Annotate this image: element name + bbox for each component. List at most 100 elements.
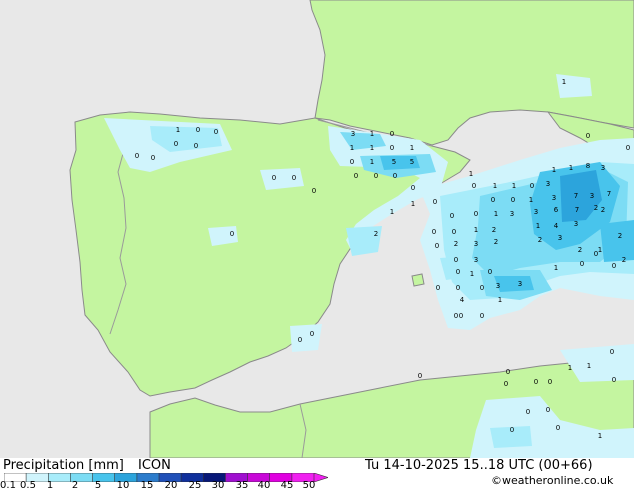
precip-value-label: 3 bbox=[590, 192, 594, 200]
precip-value-label: 0 bbox=[454, 312, 458, 320]
precip-value-label: 0 bbox=[511, 196, 515, 204]
precip-value-label: 3 bbox=[534, 208, 538, 216]
precip-value-label: 6 bbox=[554, 206, 559, 214]
precip-value-label: 1 bbox=[536, 222, 540, 230]
precip-value-label: 3 bbox=[546, 180, 550, 188]
precip-value-label: 2 bbox=[494, 238, 498, 246]
precip-value-label: 3 bbox=[496, 282, 500, 290]
precip-value-label: 0 bbox=[612, 376, 616, 384]
precip-value-label: 0 bbox=[626, 144, 630, 152]
precip-value-label: 2 bbox=[374, 230, 378, 238]
precip-value-label: 0 bbox=[390, 130, 394, 138]
precip-value-label: 3 bbox=[474, 240, 478, 248]
precip-value-label: 1 bbox=[598, 246, 602, 254]
precip-value-label: 0 bbox=[135, 152, 139, 160]
precip-value-label: 0 bbox=[312, 187, 316, 195]
precip-value-label: 0 bbox=[374, 172, 378, 180]
precip-value-label: 1 bbox=[587, 362, 591, 370]
precip-value-label: 1 bbox=[370, 158, 374, 166]
legend-title: Precipitation [mm] bbox=[3, 458, 124, 473]
precip-value-label: 1 bbox=[598, 432, 602, 440]
precip-value-label: 0 bbox=[459, 312, 463, 320]
precip-value-label: 2 bbox=[622, 256, 626, 264]
precip-value-label: 0 bbox=[411, 184, 415, 192]
precip-value-label: 5 bbox=[410, 158, 414, 166]
precip-value-label: 0 bbox=[435, 242, 439, 250]
precip-value-label: 1 bbox=[350, 144, 354, 152]
precip-value-label: 0 bbox=[534, 378, 538, 386]
precip-value-label: 1 bbox=[493, 182, 497, 190]
precip-value-label: 3 bbox=[510, 210, 514, 218]
precip-value-label: 1 bbox=[474, 226, 478, 234]
precip-value-label: 0 bbox=[151, 154, 155, 162]
legend-tick-label: 15 bbox=[140, 480, 154, 491]
precip-value-label: 0 bbox=[480, 312, 484, 320]
precip-value-label: 0 bbox=[272, 174, 276, 182]
precip-value-label: 4 bbox=[554, 222, 559, 230]
precip-value-label: 2 bbox=[538, 236, 542, 244]
precip-value-label: 8 bbox=[586, 162, 590, 170]
precip-value-label: 0 bbox=[456, 284, 460, 292]
precip-value-label: 0 bbox=[432, 228, 436, 236]
precip-value-label: 3 bbox=[518, 280, 522, 288]
precip-value-label: 7 bbox=[575, 206, 579, 214]
precip-value-label: 1 bbox=[569, 164, 573, 172]
precip-value-label: 5 bbox=[392, 158, 396, 166]
precip-value-label: 0 bbox=[510, 426, 514, 434]
precip-value-label: 1 bbox=[469, 170, 473, 178]
precip-value-label: 0 bbox=[194, 142, 198, 150]
legend-tick-label: 2 bbox=[71, 480, 79, 491]
precipitation-map: 3 1 01 1 0 10 1 5 50 0 01 0 000 00 00 0001010011 1 0 31 1 8 3… bbox=[0, 0, 634, 458]
legend-tick-label: 25 bbox=[188, 480, 202, 491]
precip-value-label: 1 bbox=[370, 130, 374, 138]
precip-value-label: 1 bbox=[512, 182, 516, 190]
precip-value-label: 0 bbox=[230, 230, 234, 238]
precip-value-label: 0 bbox=[418, 372, 422, 380]
precip-value-label: 2 bbox=[454, 240, 458, 248]
precip-value-label: 0 bbox=[454, 256, 458, 264]
precip-value-label: 2 bbox=[618, 232, 622, 240]
precip-value-label: 0 bbox=[556, 424, 560, 432]
precip-value-label: 0 bbox=[506, 368, 510, 376]
precip-value-label: 1 bbox=[552, 166, 556, 174]
precip-value-label: 0 bbox=[474, 210, 478, 218]
precip-value-label: 0 bbox=[480, 284, 484, 292]
legend-tick-label: 10 bbox=[116, 480, 130, 491]
land-ibiza bbox=[411, 273, 425, 287]
precip-value-label: 0 bbox=[450, 212, 454, 220]
legend-tick-label: 35 bbox=[235, 480, 249, 491]
legend-tick-label: 50 bbox=[302, 480, 316, 491]
precip-value-label: 1 bbox=[498, 296, 502, 304]
precip-value-label: 0 bbox=[526, 408, 530, 416]
precip-value-label: 0 bbox=[491, 196, 495, 204]
footer-bar: Precipitation [mm] ICON Tu 14-10-2025 15… bbox=[0, 458, 634, 491]
precip-value-label: 0 bbox=[580, 260, 584, 268]
precip-value-label: 0 bbox=[488, 268, 492, 276]
precip-value-label: 0 bbox=[586, 132, 590, 140]
precip-value-label: 1 bbox=[411, 200, 415, 208]
legend-tick-label: 30 bbox=[211, 480, 225, 491]
precip-value-label: 0 bbox=[214, 128, 218, 136]
precip-value-label: 0 bbox=[472, 182, 476, 190]
precip-value-label: 0 bbox=[610, 348, 614, 356]
precip-value-label: 3 bbox=[552, 194, 556, 202]
precip-value-label: 0 bbox=[504, 380, 508, 388]
precip-value-label: 0 bbox=[433, 198, 437, 206]
legend-arrow bbox=[313, 473, 328, 482]
precip-value-label: 0 bbox=[174, 140, 178, 148]
precip-value-label: 0 bbox=[390, 144, 394, 152]
precip-value-label: 0 bbox=[393, 172, 397, 180]
precip-value-label: 0 bbox=[594, 250, 598, 258]
precip-value-label: 3 bbox=[574, 220, 578, 228]
precip-value-label: 0 bbox=[354, 172, 358, 180]
precip-value-label: 4 bbox=[460, 296, 465, 304]
precip-value-label: 1 bbox=[390, 208, 394, 216]
legend-tick-label: 1 bbox=[46, 480, 54, 491]
credit-text: ©weatheronline.co.uk bbox=[491, 474, 614, 487]
precip-value-label: 3 bbox=[601, 164, 605, 172]
precip-value-label: 1 bbox=[554, 264, 558, 272]
precip-value-label: 0 bbox=[456, 268, 460, 276]
precip-value-label: 0 bbox=[530, 182, 534, 190]
precip-value-label: 1 bbox=[470, 270, 474, 278]
precip-value-label: 7 bbox=[607, 190, 611, 198]
